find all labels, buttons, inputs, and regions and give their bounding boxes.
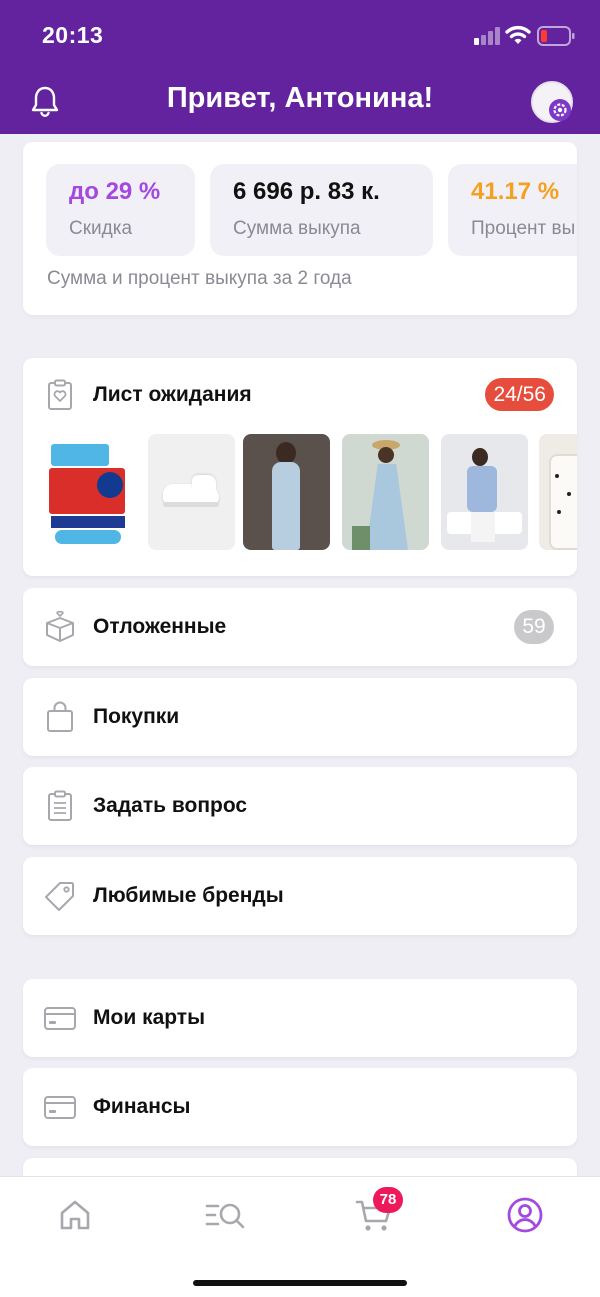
gift-box-icon <box>46 610 74 642</box>
stat-discount-label: Скидка <box>69 218 133 239</box>
menu-item-my-cards[interactable]: Мои карты <box>23 979 577 1057</box>
waitlist-title: Лист ожидания <box>93 383 252 406</box>
menu-item-purchases-label: Покупки <box>93 705 180 728</box>
menu-item-my-cards-label: Мои карты <box>93 1006 206 1029</box>
menu-item-deferred-label: Отложенные <box>93 615 227 638</box>
card-icon <box>44 1007 76 1030</box>
product-thumb-dress-2[interactable] <box>342 434 429 550</box>
tag-icon <box>45 882 74 911</box>
stats-note: Сумма и процент выкупа за 2 года <box>47 268 352 289</box>
menu-item-favorite-brands[interactable]: Любимые бренды <box>23 857 577 935</box>
menu-item-favorite-brands-label: Любимые бренды <box>93 884 284 907</box>
menu-item-ask-question-label: Задать вопрос <box>93 794 248 817</box>
stat-discount[interactable]: до 29 % Скидка <box>46 164 195 256</box>
card-icon <box>44 1096 76 1119</box>
stat-purchase-percent-value: 41.17 % <box>471 178 560 205</box>
stat-purchase-sum-label: Сумма выкупа <box>233 218 361 239</box>
clipboard-heart-icon <box>48 379 72 410</box>
app-header: 20:13 Привет, Антонина! <box>0 0 600 134</box>
gear-icon[interactable] <box>548 98 572 122</box>
status-time: 20:13 <box>42 22 104 48</box>
profile-icon[interactable] <box>503 1193 547 1237</box>
wifi-icon <box>505 25 531 44</box>
home-icon[interactable] <box>53 1193 97 1237</box>
stat-purchase-percent-label: Процент вы <box>471 218 576 239</box>
menu-item-purchases[interactable]: Покупки <box>23 678 577 756</box>
cellular-signal-icon <box>474 27 500 45</box>
tab-bar <box>0 1176 600 1297</box>
stat-discount-value: до 29 % <box>69 178 161 205</box>
product-thumb-dress-3[interactable] <box>441 434 528 550</box>
cart-count-badge: 78 <box>373 1187 403 1213</box>
stat-purchase-sum-value: 6 696 р. 83 к. <box>233 178 380 205</box>
stat-purchase-percent[interactable]: 41.17 % Процент вы <box>448 164 577 256</box>
home-indicator <box>193 1280 407 1286</box>
battery-icon <box>537 26 575 46</box>
product-thumb-dress-4[interactable] <box>539 434 577 550</box>
menu-item-ask-question[interactable]: Задать вопрос <box>23 767 577 845</box>
product-thumb-dress-1[interactable] <box>243 434 330 550</box>
clipboard-icon <box>48 790 72 821</box>
product-thumb-sneaker[interactable] <box>148 434 235 550</box>
waitlist-card[interactable]: Лист ожидания 24/56 <box>23 358 577 576</box>
menu-item-deferred[interactable]: Отложенные 59 <box>23 588 577 666</box>
product-thumb-detergent[interactable] <box>45 434 132 550</box>
shopping-bag-icon <box>47 701 73 732</box>
stat-purchase-sum[interactable]: 6 696 р. 83 к. Сумма выкупа <box>210 164 433 256</box>
menu-item-finances-label: Финансы <box>93 1095 191 1118</box>
deferred-count-badge: 59 <box>514 610 554 644</box>
waitlist-thumbnails[interactable] <box>23 434 577 550</box>
waitlist-count-badge: 24/56 <box>485 378 554 411</box>
menu-item-finances[interactable]: Финансы <box>23 1068 577 1146</box>
page-title: Привет, Антонина! <box>166 82 434 114</box>
waitlist-header[interactable]: Лист ожидания 24/56 <box>23 358 577 432</box>
catalog-search-icon[interactable] <box>203 1193 247 1237</box>
stats-card: до 29 % Скидка 6 696 р. 83 к. Сумма выку… <box>23 142 577 315</box>
